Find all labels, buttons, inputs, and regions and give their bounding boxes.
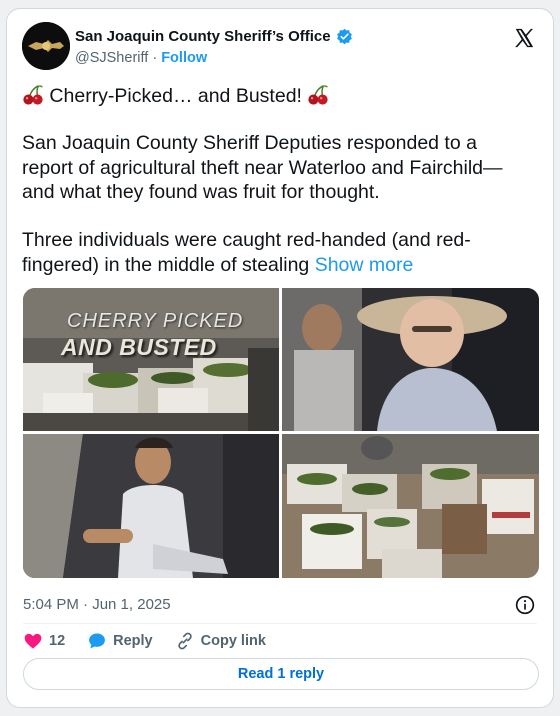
reply-label: Reply <box>113 633 153 649</box>
author-name[interactable]: San Joaquin County Sheriff’s Office <box>75 28 331 45</box>
author-avatar[interactable] <box>22 22 70 70</box>
copy-link-button[interactable]: Copy link <box>175 631 266 651</box>
author-name-row: San Joaquin County Sheriff’s Office <box>75 28 353 45</box>
media-photo-cherry-boxes[interactable] <box>282 434 539 578</box>
like-count: 12 <box>49 633 66 649</box>
read-replies-button[interactable]: Read 1 reply <box>23 658 539 690</box>
tweet-paragraph-1: San Joaquin County Sheriff Deputies resp… <box>22 132 503 203</box>
verified-badge-icon <box>336 28 352 45</box>
follow-link[interactable]: Follow <box>161 50 207 66</box>
media-photo-boxes-title[interactable]: CHERRY PICKED AND BUSTED <box>23 288 279 431</box>
cherry-icon <box>23 85 44 105</box>
reply-button[interactable]: Reply <box>87 631 153 651</box>
overlay-title-line-2: AND BUSTED <box>61 334 217 360</box>
x-logo-icon[interactable] <box>513 27 535 49</box>
like-button[interactable]: 12 <box>23 631 65 651</box>
tweet-paragraph-2: Three individuals were caught red-handed… <box>22 228 532 277</box>
link-icon <box>177 632 192 650</box>
heart-icon <box>24 633 42 649</box>
handle-row: @SJSheriff · Follow <box>75 50 207 66</box>
tweet-title-line: Cherry-Picked… and Busted! <box>22 84 532 109</box>
divider <box>23 623 537 624</box>
copy-link-label: Copy link <box>200 633 266 649</box>
cherry-icon <box>308 85 329 105</box>
handle-separator: · <box>152 50 158 66</box>
author-handle[interactable]: @SJSheriff <box>75 50 148 66</box>
media-grid: CHERRY PICKED AND BUSTED <box>23 288 539 578</box>
reply-bubble-icon <box>89 633 106 649</box>
media-photo-suspects-car[interactable] <box>282 288 539 431</box>
show-more-link[interactable]: Show more <box>315 254 414 276</box>
post-timestamp[interactable]: 5:04 PM · Jun 1, 2025 <box>23 596 171 613</box>
info-icon[interactable] <box>515 595 535 615</box>
post-card: San Joaquin County Sheriff’s Office @SJS… <box>6 8 554 708</box>
overlay-title-line-1: CHERRY PICKED <box>67 310 244 332</box>
media-photo-suspect-backseat[interactable] <box>23 434 279 578</box>
tweet-title: Cherry-Picked… and Busted! <box>49 85 302 107</box>
action-bar: 12 Reply Copy link <box>23 628 288 654</box>
